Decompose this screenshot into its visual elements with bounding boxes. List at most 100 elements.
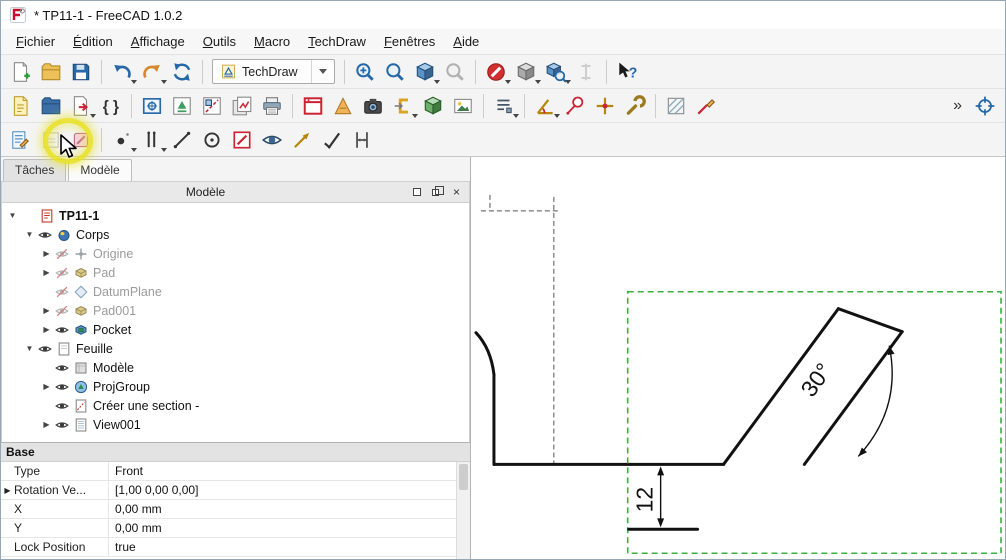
visibility-eye-icon[interactable] [55,399,70,413]
td-balloon-button[interactable] [560,91,590,121]
property-row-rotation-ve[interactable]: ▶Rotation Ve...[1,00 0,00 0,00] [1,481,470,500]
menu-item-techdraw[interactable]: TechDraw [299,31,375,52]
td-dimension-tools-button[interactable] [530,91,560,121]
menu-item-affichage[interactable]: Affichage [122,31,194,52]
td-export-page-button[interactable] [66,91,96,121]
tree-item-projgroup[interactable]: ▶ProjGroup [2,377,469,396]
property-value[interactable]: true [109,538,470,556]
main-view-geometry[interactable] [476,333,724,465]
menu-item-edition[interactable]: Édition [64,31,122,52]
angle-dimension-label[interactable]: 30° [795,358,836,401]
property-row-lock-position[interactable]: Lock Positiontrue [1,538,470,557]
td-draft-view-button[interactable] [328,91,358,121]
td-snapshot-view-button[interactable] [358,91,388,121]
tab-modele[interactable]: Modèle [68,159,131,181]
tree-item-feuille[interactable]: ▼Feuille [2,339,469,358]
open-document-button[interactable] [36,57,66,87]
td-ext-select-line-attributes-button[interactable] [6,125,36,155]
property-row-x[interactable]: X0,00 mm [1,500,470,519]
view-zoom-button[interactable] [541,57,571,87]
dock-float-button[interactable] [428,184,445,200]
tree-item-modele[interactable]: Modèle [2,358,469,377]
length-dimension-label[interactable]: 12 [632,487,658,513]
tree-item-pad001[interactable]: ▶Pad001 [2,301,469,320]
td-ext-arrow-tools-button[interactable] [287,125,317,155]
td-ext-caliper-button[interactable] [347,125,377,155]
td-projection-group-button[interactable] [167,91,197,121]
td-new-page-from-template-button[interactable] [36,91,66,121]
td-insert-image-button[interactable] [448,91,478,121]
dock-close-button[interactable]: × [448,184,465,200]
td-ext-cosmetic-circle-button[interactable] [197,125,227,155]
expander-icon[interactable]: ▶ [40,420,53,429]
property-value[interactable]: 0,00 mm [109,500,470,518]
td-ext-change-attributes-button[interactable] [227,125,257,155]
td-ext-parallel-line-tools-button[interactable] [137,125,167,155]
section-view-geometry[interactable] [629,309,902,530]
redo-button[interactable] [137,57,167,87]
zoom-selection-button[interactable] [440,57,470,87]
visibility-eye-icon[interactable] [55,285,70,299]
tree-item-tp11-1[interactable]: ▼TP11-1 [2,206,469,225]
menu-item-outils[interactable]: Outils [194,31,245,52]
td-new-default-page-button[interactable] [6,91,36,121]
td-ext-show-edges-button[interactable] [257,125,287,155]
property-value[interactable]: 0,00 mm [109,519,470,537]
td-update-template-fields-button[interactable] [96,91,126,121]
expander-icon[interactable]: ▶ [40,306,53,315]
box-selection-button[interactable] [511,57,541,87]
tree-item-pad[interactable]: ▶Pad [2,263,469,282]
drawing-canvas[interactable]: 30° 12 [471,157,1005,559]
visibility-eye-icon[interactable] [55,380,70,394]
axonometric-view-button[interactable] [410,57,440,87]
tree-item-creer-une-section[interactable]: Créer une section - [2,396,469,415]
visibility-eye-icon[interactable] [38,228,53,242]
property-row-type[interactable]: TypeFront [1,462,470,481]
drawing-viewport[interactable]: 30° 12 [471,157,1005,559]
new-document-button[interactable] [6,57,36,87]
expander-icon[interactable]: ▼ [23,230,36,239]
property-value[interactable]: Front [109,462,470,480]
td-shape-view-button[interactable] [418,91,448,121]
dock-restore-button[interactable] [408,184,425,200]
expander-icon[interactable]: ▶ [40,249,53,258]
td-ext-highlighted-button[interactable] [36,125,66,155]
property-value[interactable]: [1,00 0,00 0,00] [109,481,470,499]
fit-all-button[interactable] [380,57,410,87]
menu-item-fenetres[interactable]: Fenêtres [375,31,444,52]
length-dimension[interactable]: 12 [632,466,664,527]
td-insert-view-button[interactable] [137,91,167,121]
td-annotation-tools-button[interactable] [489,91,519,121]
visibility-eye-icon[interactable] [55,304,70,318]
visibility-eye-icon[interactable] [55,418,70,432]
draw-style-button[interactable] [481,57,511,87]
zoom-in-button[interactable] [350,57,380,87]
toolbar-overflow-indicator[interactable]: » [945,97,970,115]
expander-icon[interactable]: ▶ [40,325,53,334]
tree-item-pocket[interactable]: ▶Pocket [2,320,469,339]
td-ext-vertex-tools-button[interactable] [107,125,137,155]
menu-item-aide[interactable]: Aide [444,31,488,52]
property-row-y[interactable]: Y0,00 mm [1,519,470,538]
scrollbar-thumb[interactable] [459,464,468,490]
menu-item-macro[interactable]: Macro [245,31,299,52]
save-button[interactable] [66,57,96,87]
td-ext-remove-decoration-button[interactable] [66,125,96,155]
undo-button[interactable] [107,57,137,87]
td-print-page-button[interactable] [257,91,287,121]
td-axis-alignment-button[interactable] [970,91,1000,121]
tree-item-datumplane[interactable]: DatumPlane [2,282,469,301]
visibility-eye-icon[interactable] [55,266,70,280]
expander-icon[interactable]: ▼ [23,344,36,353]
property-group-header[interactable]: Base [1,443,470,462]
visibility-eye-icon[interactable] [55,247,70,261]
property-expander-icon[interactable]: ▶ [1,486,14,495]
visibility-eye-icon[interactable] [55,361,70,375]
td-hatch-button[interactable] [661,91,691,121]
tree-item-view001[interactable]: ▶View001 [2,415,469,434]
workbench-selector[interactable]: TechDraw [212,59,335,84]
refresh-button[interactable] [167,57,197,87]
tree-item-origine[interactable]: ▶Origine [2,244,469,263]
td-section-view-button[interactable] [197,91,227,121]
menu-item-fichier[interactable]: Fichier [7,31,64,52]
